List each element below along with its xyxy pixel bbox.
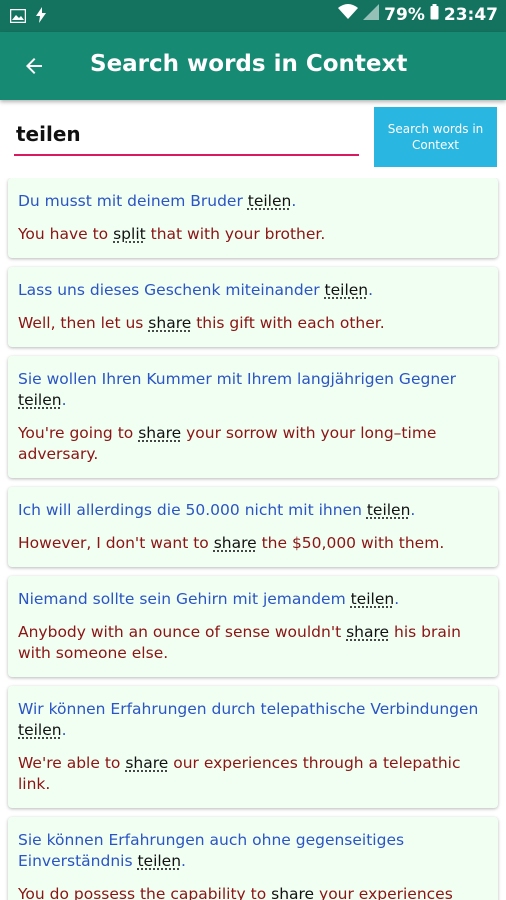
sentence-text: Wir können Erfahrungen durch telepathisc… bbox=[18, 700, 479, 718]
clock: 23:47 bbox=[443, 4, 498, 25]
page-title: Search words in Context bbox=[90, 51, 408, 77]
sentence-text: . bbox=[61, 391, 67, 409]
result-card[interactable]: Ich will allerdings die 50.000 nicht mit… bbox=[8, 487, 498, 567]
sentence-text: Lass uns dieses Geschenk miteinander bbox=[18, 281, 325, 299]
search-button[interactable]: Search words in Context bbox=[374, 107, 497, 167]
sentence-text: your experiences bbox=[314, 885, 453, 900]
german-sentence: Wir können Erfahrungen durch telepathisc… bbox=[18, 699, 488, 741]
highlighted-word: teilen bbox=[18, 721, 62, 739]
battery-icon bbox=[430, 4, 439, 25]
result-card[interactable]: Sie wollen Ihren Kummer mit Ihrem langjä… bbox=[8, 356, 498, 478]
highlighted-word: teilen bbox=[324, 281, 369, 299]
highlighted-word: share bbox=[346, 623, 390, 641]
highlighted-word: share bbox=[138, 424, 182, 442]
sentence-text: We're able to bbox=[18, 754, 126, 772]
result-card[interactable]: Niemand sollte sein Gehirn mit jemandem … bbox=[8, 576, 498, 677]
sentence-text: this gift with each other. bbox=[191, 314, 385, 332]
sentence-text: Du musst mit deinem Bruder bbox=[18, 192, 248, 210]
english-sentence: However, I don't want to share the $50,0… bbox=[18, 533, 488, 554]
sentence-text: Niemand sollte sein Gehirn mit jemandem bbox=[18, 590, 351, 608]
english-sentence: We're able to share our experiences thro… bbox=[18, 753, 488, 795]
arrow-back-icon bbox=[26, 58, 42, 74]
english-sentence: You have to split that with your brother… bbox=[18, 224, 488, 245]
german-sentence: Ich will allerdings die 50.000 nicht mit… bbox=[18, 500, 488, 521]
sentence-text: . bbox=[61, 721, 67, 739]
sentence-text: . bbox=[410, 501, 416, 519]
sentence-text: Well, then let us bbox=[18, 314, 149, 332]
highlighted-word: share bbox=[213, 534, 257, 552]
result-card[interactable]: Wir können Erfahrungen durch telepathisc… bbox=[8, 686, 498, 808]
english-sentence: You do possess the capability to share y… bbox=[18, 884, 488, 900]
sentence-text: . bbox=[181, 852, 186, 870]
highlighted-word: teilen bbox=[18, 391, 62, 409]
result-card[interactable]: Lass uns dieses Geschenk miteinander tei… bbox=[8, 267, 498, 347]
english-sentence: Well, then let us share this gift with e… bbox=[18, 313, 488, 334]
german-sentence: Niemand sollte sein Gehirn mit jemandem … bbox=[18, 589, 488, 610]
highlighted-word: teilen bbox=[137, 852, 182, 870]
battery-percent: 79% bbox=[384, 4, 425, 25]
highlighted-word: share bbox=[148, 314, 192, 332]
sentence-text: Anybody with an ounce of sense wouldn't bbox=[18, 623, 347, 641]
sentence-text: Sie wollen Ihren Kummer mit Ihrem langjä… bbox=[18, 370, 457, 388]
image-notification-icon bbox=[9, 8, 27, 27]
highlighted-word: split bbox=[113, 225, 146, 243]
english-sentence: Anybody with an ounce of sense wouldn't … bbox=[18, 622, 488, 664]
german-sentence: Du musst mit deinem Bruder teilen. bbox=[18, 191, 488, 212]
result-card[interactable]: Du musst mit deinem Bruder teilen. You ha… bbox=[8, 178, 498, 258]
sentence-text: that with your brother. bbox=[145, 225, 326, 243]
search-input[interactable] bbox=[14, 120, 359, 156]
highlighted-word: teilen bbox=[247, 192, 292, 210]
status-bar: 79% 23:47 bbox=[0, 0, 506, 32]
app-bar: Search words in Context bbox=[0, 32, 506, 100]
english-sentence: You're going to share your sorrow with y… bbox=[18, 423, 488, 465]
highlighted-word: teilen bbox=[350, 590, 395, 608]
sentence-text: . bbox=[394, 590, 400, 608]
sentence-text: You do possess the capability to bbox=[18, 885, 272, 900]
wifi-icon bbox=[338, 4, 359, 25]
highlighted-word: share bbox=[125, 754, 169, 772]
sentence-text: You're going to bbox=[18, 424, 139, 442]
sentence-text: You have to bbox=[18, 225, 114, 243]
sentence-text: Ich will allerdings die 50.000 nicht mit… bbox=[18, 501, 367, 519]
result-card[interactable]: Sie können Erfahrungen auch ohne gegense… bbox=[8, 817, 498, 900]
sentence-text: . bbox=[291, 192, 297, 210]
highlighted-word: teilen bbox=[366, 501, 411, 519]
back-button[interactable] bbox=[14, 46, 54, 86]
sentence-text: Sie können Erfahrungen auch ohne gegense… bbox=[18, 831, 405, 870]
highlighted-word: share bbox=[271, 885, 315, 900]
sentence-text: the $50,000 with them. bbox=[256, 534, 445, 552]
results-list[interactable]: Du musst mit deinem Bruder teilen. You ha… bbox=[0, 178, 506, 900]
german-sentence: Sie wollen Ihren Kummer mit Ihrem langjä… bbox=[18, 369, 488, 411]
signal-icon bbox=[363, 4, 380, 25]
sentence-text: . bbox=[368, 281, 374, 299]
german-sentence: Sie können Erfahrungen auch ohne gegense… bbox=[18, 830, 488, 872]
flash-icon bbox=[36, 7, 46, 27]
german-sentence: Lass uns dieses Geschenk miteinander tei… bbox=[18, 280, 488, 301]
sentence-text: However, I don't want to bbox=[18, 534, 214, 552]
